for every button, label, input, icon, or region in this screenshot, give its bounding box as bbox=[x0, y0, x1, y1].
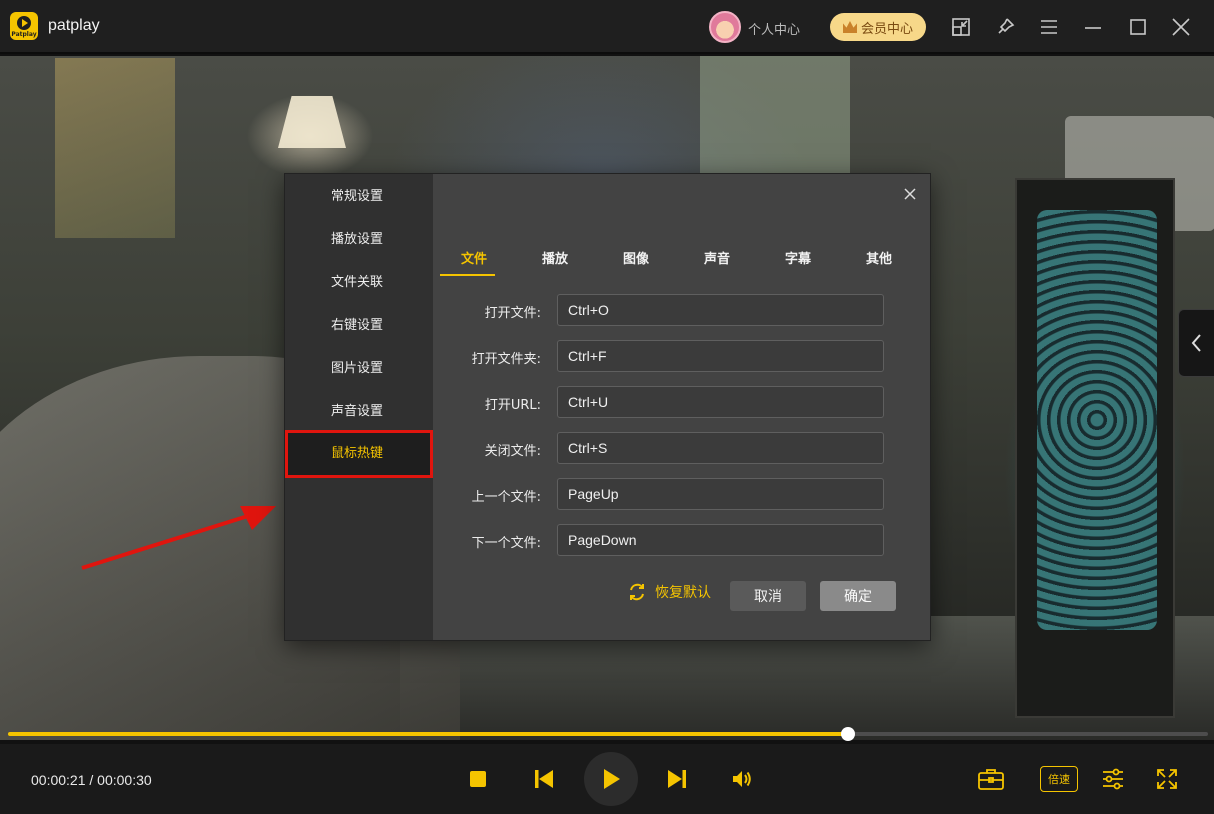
equalizer-icon bbox=[1103, 768, 1123, 790]
scene-pc-glow bbox=[1037, 210, 1157, 630]
app-logo-text: Patplay bbox=[11, 31, 37, 38]
hotkey-label-close-file: 关闭文件: bbox=[484, 444, 541, 459]
scene-pc-case bbox=[1015, 178, 1175, 718]
settings-nav: 常规设置 播放设置 文件关联 右键设置 图片设置 声音设置 鼠标热键 bbox=[285, 174, 433, 640]
settings-dialog: 常规设置 播放设置 文件关联 右键设置 图片设置 声音设置 鼠标热键 文件 播放… bbox=[284, 173, 931, 641]
maximize-button[interactable] bbox=[1125, 14, 1151, 40]
hotkey-input-next-file[interactable] bbox=[557, 524, 884, 556]
volume-button[interactable] bbox=[729, 766, 755, 792]
previous-icon bbox=[535, 770, 553, 788]
next-button[interactable] bbox=[664, 767, 690, 791]
tab-subtitle[interactable]: 字幕 bbox=[773, 248, 823, 267]
hotkey-input-close-file[interactable] bbox=[557, 432, 884, 464]
refresh-icon bbox=[630, 583, 644, 601]
play-icon bbox=[604, 769, 620, 789]
tab-audio[interactable]: 声音 bbox=[692, 248, 742, 267]
tab-playback[interactable]: 播放 bbox=[530, 248, 580, 267]
nav-item-mouse-hotkeys[interactable]: 鼠标热键 bbox=[285, 430, 433, 478]
tab-image[interactable]: 图像 bbox=[611, 248, 661, 267]
app-name: patplay bbox=[48, 17, 100, 34]
hotkey-input-open-folder[interactable] bbox=[557, 340, 884, 372]
mini-mode-icon bbox=[952, 18, 970, 36]
hotkey-label-open-file: 打开文件: bbox=[484, 306, 541, 321]
menu-button[interactable] bbox=[1036, 14, 1062, 40]
nav-item-audio[interactable]: 声音设置 bbox=[285, 390, 433, 433]
mini-mode-button[interactable] bbox=[948, 14, 974, 40]
active-tab-underline bbox=[440, 274, 495, 276]
restore-defaults-button[interactable]: 恢复默认 bbox=[627, 582, 711, 602]
equalizer-button[interactable] bbox=[1100, 765, 1126, 793]
play-button[interactable] bbox=[584, 752, 638, 806]
pin-icon bbox=[998, 18, 1015, 34]
nav-item-image[interactable]: 图片设置 bbox=[285, 347, 433, 390]
annotation-arrow bbox=[81, 506, 276, 570]
nav-item-general[interactable]: 常规设置 bbox=[285, 175, 433, 218]
dialog-close-button[interactable] bbox=[900, 184, 920, 204]
tab-file[interactable]: 文件 bbox=[449, 248, 499, 267]
vip-center-label: 会员中心 bbox=[860, 21, 913, 37]
menu-icon bbox=[1041, 20, 1057, 34]
ok-button[interactable]: 确定 bbox=[820, 581, 896, 611]
crown-icon bbox=[842, 21, 857, 33]
close-icon bbox=[904, 188, 916, 200]
close-icon bbox=[1172, 18, 1190, 36]
fullscreen-button[interactable] bbox=[1154, 766, 1180, 792]
volume-icon bbox=[733, 771, 751, 787]
hotkey-label-open-url: 打开URL: bbox=[484, 398, 541, 413]
hotkey-input-open-url[interactable] bbox=[557, 386, 884, 418]
app-logo: Patplay bbox=[10, 12, 38, 40]
progress-bar[interactable] bbox=[8, 727, 1208, 741]
hotkey-label-open-folder: 打开文件夹: bbox=[471, 352, 541, 367]
stop-icon bbox=[470, 771, 486, 787]
scene-lamp bbox=[278, 96, 346, 148]
scene-poster bbox=[55, 58, 175, 238]
cancel-button[interactable]: 取消 bbox=[730, 581, 806, 611]
control-bar: 00:00:21 / 00:00:30 倍速 bbox=[0, 744, 1214, 814]
hotkey-label-next-file: 下一个文件: bbox=[471, 536, 541, 551]
maximize-icon bbox=[1130, 19, 1146, 35]
user-center-link[interactable]: 个人中心 bbox=[748, 19, 800, 38]
hotkey-input-open-file[interactable] bbox=[557, 294, 884, 326]
progress-fill bbox=[8, 732, 848, 736]
tab-other[interactable]: 其他 bbox=[854, 248, 904, 267]
progress-handle[interactable] bbox=[841, 727, 855, 741]
nav-item-playback[interactable]: 播放设置 bbox=[285, 218, 433, 261]
toolbox-button[interactable] bbox=[976, 765, 1006, 793]
playlist-toggle[interactable] bbox=[1178, 309, 1214, 377]
hotkey-input-previous-file[interactable] bbox=[557, 478, 884, 510]
toolbox-icon bbox=[978, 769, 1004, 790]
hotkey-label-previous-file: 上一个文件: bbox=[471, 490, 541, 505]
vip-center-button[interactable]: 会员中心 bbox=[830, 13, 926, 41]
fullscreen-icon bbox=[1157, 769, 1177, 789]
chevron-left-icon bbox=[1191, 334, 1201, 352]
stop-button[interactable] bbox=[466, 767, 490, 791]
scene-window bbox=[700, 56, 850, 186]
time-display: 00:00:21 / 00:00:30 bbox=[31, 772, 152, 788]
restore-defaults-label: 恢复默认 bbox=[655, 585, 711, 601]
title-bar: Patplay patplay 个人中心 会员中心 bbox=[0, 0, 1214, 54]
nav-item-context-menu[interactable]: 右键设置 bbox=[285, 304, 433, 347]
playback-speed-button[interactable]: 倍速 bbox=[1040, 766, 1078, 792]
next-icon bbox=[668, 770, 686, 788]
minimize-icon bbox=[1085, 27, 1101, 29]
avatar[interactable] bbox=[709, 11, 741, 43]
nav-item-file-association[interactable]: 文件关联 bbox=[285, 261, 433, 304]
minimize-button[interactable] bbox=[1080, 14, 1106, 40]
close-window-button[interactable] bbox=[1168, 14, 1194, 40]
previous-button[interactable] bbox=[531, 767, 557, 791]
pin-button[interactable] bbox=[992, 14, 1018, 40]
